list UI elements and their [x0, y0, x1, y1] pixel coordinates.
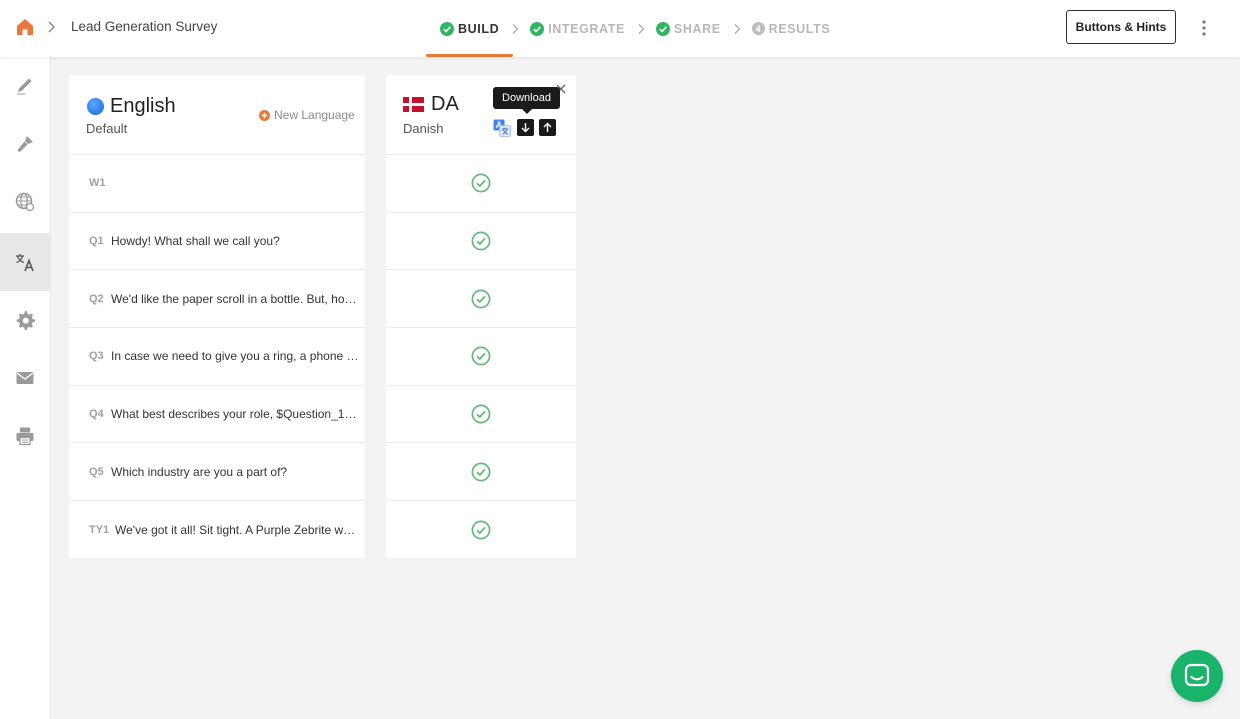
step-label: INTEGRATE	[548, 21, 625, 36]
paint-brush-icon	[17, 136, 33, 152]
download-button[interactable]	[517, 119, 534, 136]
english-language-icon	[87, 98, 104, 115]
step-build[interactable]: BUILD	[425, 0, 514, 57]
upload-button[interactable]	[539, 119, 556, 136]
step-share[interactable]: SHARE	[655, 0, 721, 57]
chevron-right-icon	[48, 21, 55, 33]
question-id: TY1	[89, 523, 110, 536]
danish-flag-icon	[403, 97, 424, 112]
translation-status-row[interactable]	[386, 155, 576, 213]
sidebar-item-notifications[interactable]	[0, 349, 50, 407]
question-list: W1 Q1 Howdy! What shall we call you? Q2 …	[69, 155, 365, 559]
question-id: Q4	[89, 408, 104, 421]
sidebar	[0, 57, 51, 719]
question-id: Q3	[89, 350, 104, 363]
sidebar-item-design[interactable]	[0, 115, 50, 173]
sidebar-item-build[interactable]	[0, 57, 50, 115]
translation-status-row[interactable]	[386, 386, 576, 444]
sidebar-item-print[interactable]	[0, 407, 50, 465]
question-row[interactable]: Q3 In case we need to give you a ring, a…	[69, 328, 365, 386]
step-results[interactable]: 4 RESULTS	[751, 0, 831, 57]
question-id: W1	[89, 177, 106, 190]
default-language-card: English Default New Language W1 Q1 Howdy…	[69, 75, 365, 558]
new-language-label: New Language	[274, 108, 355, 122]
step-label: BUILD	[458, 21, 500, 36]
chat-icon	[1184, 663, 1210, 687]
chevron-right-icon	[638, 23, 645, 34]
question-row[interactable]: W1	[69, 155, 365, 213]
question-id: Q5	[89, 465, 104, 478]
plus-circle-icon	[259, 109, 270, 121]
step-number-badge: 4	[751, 22, 765, 35]
check-circle-icon	[440, 21, 454, 36]
chat-launcher-button[interactable]	[1171, 650, 1223, 702]
printer-icon	[16, 427, 34, 446]
step-label: SHARE	[673, 21, 721, 36]
survey-title[interactable]: Lead Generation Survey	[71, 19, 217, 34]
translation-status-row[interactable]	[386, 270, 576, 329]
question-text: In case we need to give you a ring, a ph…	[111, 349, 359, 364]
pen-icon	[17, 78, 32, 95]
translation-language-card: DA Danish Download	[386, 75, 576, 558]
question-text: Which industry are you a part of?	[111, 464, 288, 479]
question-row[interactable]: TY1 We've got it all! Sit tight. A Purpl…	[69, 501, 365, 559]
default-language-header: English Default New Language	[69, 75, 365, 155]
sidebar-item-settings[interactable]	[0, 291, 50, 349]
chevron-right-icon	[512, 23, 519, 34]
auto-translate-icon[interactable]	[493, 119, 511, 137]
translation-status-row[interactable]	[386, 328, 576, 386]
top-bar: Lead Generation Survey BUILD INTEGRATE S…	[0, 0, 1240, 57]
new-language-button[interactable]: New Language	[259, 108, 355, 122]
question-text: Howdy! What shall we call you?	[111, 234, 280, 249]
question-text: What best describes your role, $Question…	[111, 407, 357, 422]
more-vertical-icon[interactable]	[1199, 18, 1209, 38]
question-text: We've got it all! Sit tight. A Purple Ze…	[115, 522, 356, 537]
home-icon[interactable]	[15, 17, 35, 37]
question-row[interactable]: Q5 Which industry are you a part of?	[69, 443, 365, 502]
check-circle-icon	[471, 173, 491, 193]
question-id: Q1	[89, 235, 104, 248]
globe-icon	[15, 192, 35, 212]
language-name: Danish	[403, 121, 444, 136]
check-circle-icon	[471, 346, 491, 366]
step-navigation: BUILD INTEGRATE SHARE 4 RESULTS	[425, 0, 831, 57]
step-label: RESULTS	[768, 21, 831, 36]
question-text: We'd like the paper scroll in a bottle. …	[111, 291, 357, 306]
translation-status-list	[386, 155, 576, 559]
translate-icon	[16, 254, 34, 272]
translation-status-row[interactable]	[386, 213, 576, 271]
question-row[interactable]: Q1 Howdy! What shall we call you?	[69, 213, 365, 271]
check-circle-icon	[471, 231, 491, 251]
step-integrate[interactable]: INTEGRATE	[530, 0, 625, 57]
question-row[interactable]: Q4 What best describes your role, $Quest…	[69, 386, 365, 444]
language-name: English	[110, 95, 176, 117]
check-circle-icon	[655, 21, 670, 36]
check-circle-icon	[471, 289, 491, 309]
language-default-label: Default	[86, 121, 128, 136]
check-circle-icon	[471, 404, 491, 424]
sidebar-item-translations[interactable]	[0, 233, 50, 291]
envelope-icon	[16, 372, 34, 384]
check-circle-icon	[530, 21, 545, 36]
check-circle-icon	[471, 520, 491, 540]
arrow-up-icon	[543, 122, 552, 132]
check-circle-icon	[471, 462, 491, 482]
translation-language-header: DA Danish Download	[386, 75, 576, 155]
arrow-down-icon	[521, 123, 530, 133]
sidebar-item-languages-globe[interactable]	[0, 173, 50, 231]
gear-icon	[16, 311, 35, 330]
download-tooltip: Download	[493, 87, 560, 114]
language-code: DA	[431, 93, 459, 115]
translation-status-row[interactable]	[386, 501, 576, 559]
translation-status-row[interactable]	[386, 443, 576, 502]
question-id: Q2	[89, 292, 104, 305]
question-row[interactable]: Q2 We'd like the paper scroll in a bottl…	[69, 270, 365, 329]
chevron-right-icon	[734, 23, 741, 34]
buttons-and-hints-button[interactable]: Buttons & Hints	[1066, 10, 1176, 44]
